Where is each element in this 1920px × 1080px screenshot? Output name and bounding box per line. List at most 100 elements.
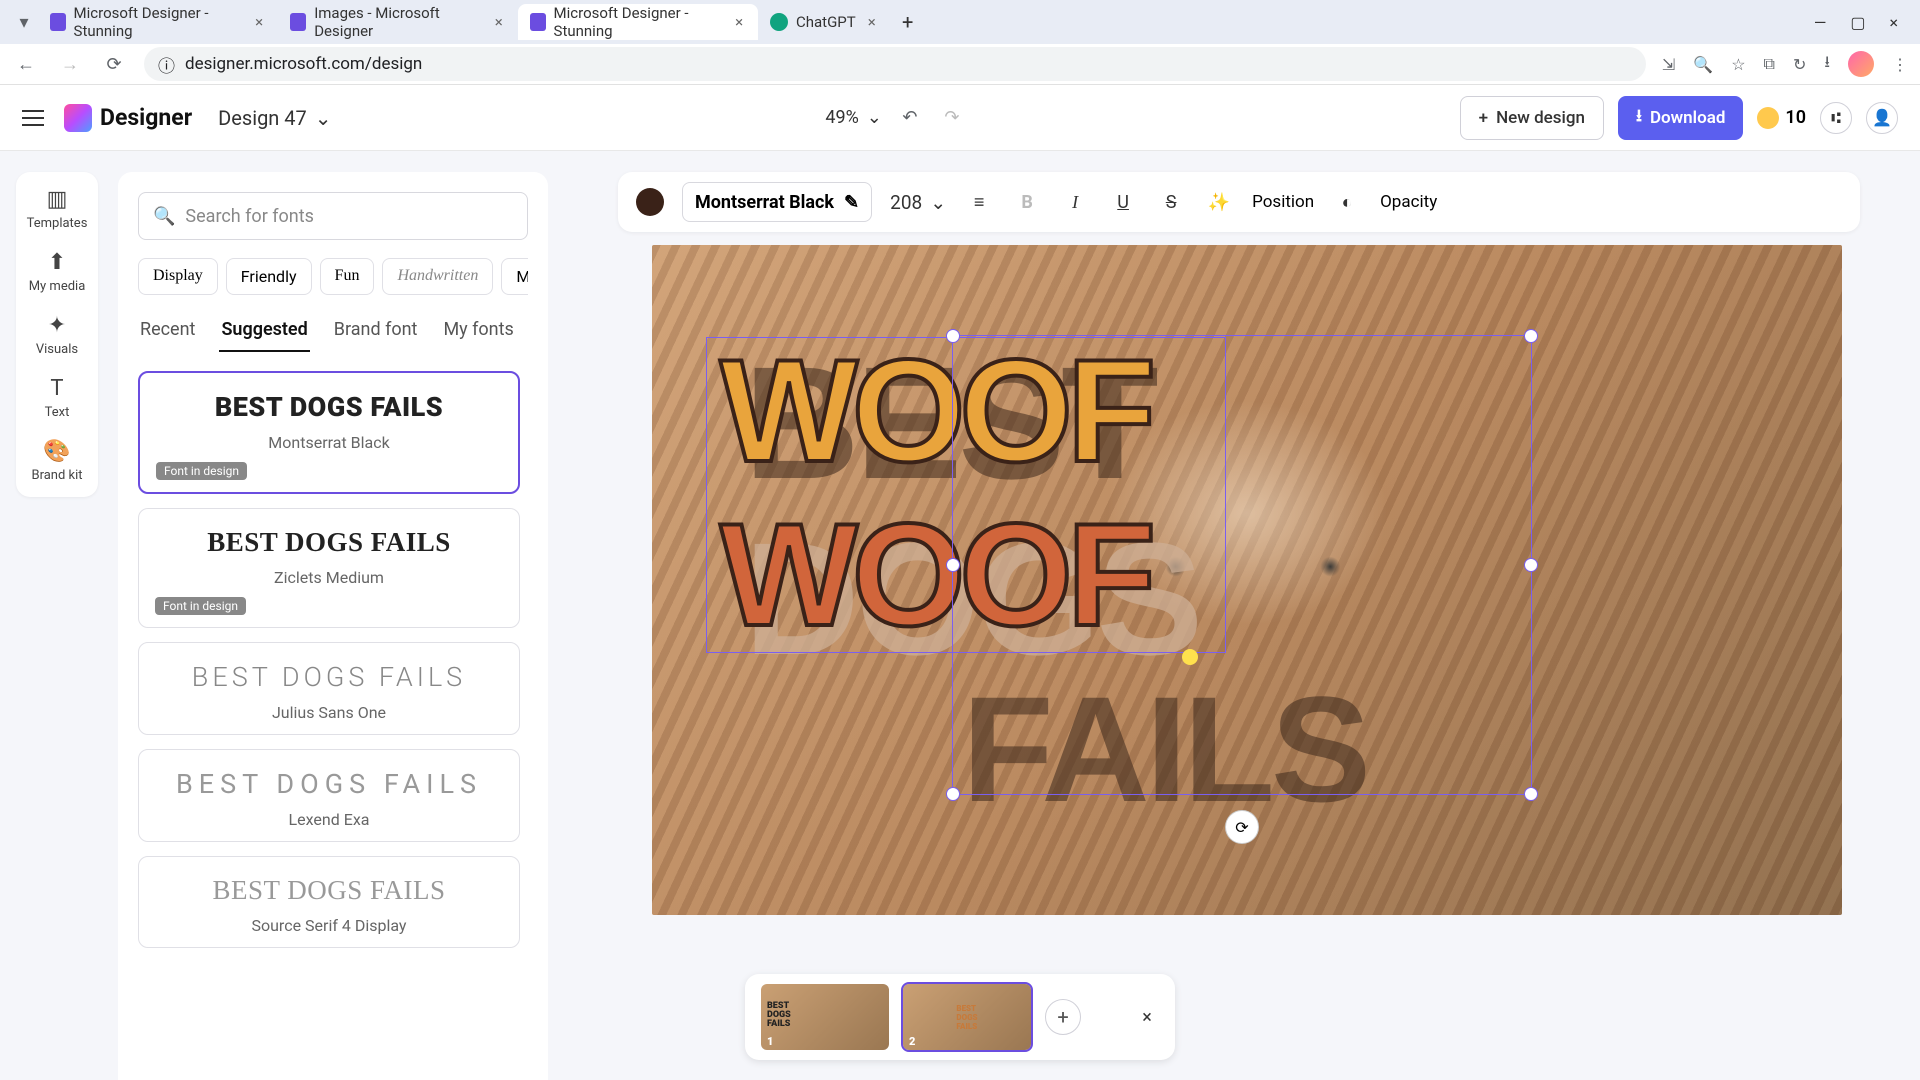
browser-tab[interactable]: Microsoft Designer - Stunning×	[38, 4, 278, 40]
opacity-button[interactable]: Opacity	[1380, 192, 1437, 212]
install-icon[interactable]: ⇲	[1662, 55, 1675, 74]
resize-handle[interactable]	[1524, 787, 1538, 801]
chip-friendly[interactable]: Friendly	[226, 258, 312, 295]
new-tab-button[interactable]: +	[892, 6, 924, 38]
rail-mymedia[interactable]: ⬆My media	[16, 249, 98, 294]
resize-handle[interactable]	[946, 558, 960, 572]
download-icon: ⭳	[1636, 103, 1642, 132]
strike-button[interactable]: S	[1156, 187, 1186, 217]
align-button[interactable]: ≡	[964, 187, 994, 217]
url-input[interactable]: ⓘ designer.microsoft.com/design	[144, 47, 1646, 81]
font-panel: 🔍 Search for fonts Display Friendly Fun …	[118, 172, 548, 1080]
font-card[interactable]: BEST DOGS FAILS Ziclets Medium Font in d…	[138, 508, 520, 628]
upload-icon: ⬆	[44, 249, 70, 275]
font-card[interactable]: BEST DOGS FAILS Montserrat Black Font in…	[138, 371, 520, 494]
redo-button[interactable]: ↷	[938, 104, 966, 132]
font-sample: BEST DOGS FAILS	[155, 527, 503, 558]
close-icon[interactable]: ×	[732, 14, 746, 30]
zoom-icon[interactable]: 🔍	[1693, 55, 1713, 74]
coins-counter[interactable]: 10	[1757, 107, 1806, 129]
close-icon[interactable]: ×	[252, 14, 266, 30]
close-icon[interactable]: ×	[864, 14, 880, 30]
page-thumbnail[interactable]: BESTDOGSFAILS 1	[761, 984, 889, 1050]
resize-handle[interactable]	[946, 329, 960, 343]
logo[interactable]: Designer	[64, 104, 192, 132]
reload-icon[interactable]: ⟳	[100, 50, 128, 78]
share-button[interactable]: ⑆	[1820, 102, 1852, 134]
font-card[interactable]: BEST DOGS FAILS Source Serif 4 Display	[138, 856, 520, 948]
page-thumbnail[interactable]: BESTDOGSFAILS 2	[903, 984, 1031, 1050]
forward-icon[interactable]: →	[56, 50, 84, 78]
rail-brandkit[interactable]: 🎨Brand kit	[16, 438, 98, 483]
font-list[interactable]: BEST DOGS FAILS Montserrat Black Font in…	[138, 371, 528, 948]
document-name[interactable]: Design 47 ⌄	[218, 106, 331, 130]
chip-more[interactable]: Mo	[501, 258, 528, 295]
rail-visuals[interactable]: ✦Visuals	[16, 312, 98, 357]
browser-tab[interactable]: ChatGPT ×	[758, 4, 892, 40]
font-card[interactable]: BEST DOGS FAILS Julius Sans One	[138, 642, 520, 735]
relaunch-icon[interactable]: ↻	[1793, 55, 1806, 74]
position-button[interactable]: Position	[1252, 192, 1314, 212]
italic-button[interactable]: I	[1060, 187, 1090, 217]
tab-recent[interactable]: Recent	[138, 313, 197, 352]
tab-title: ChatGPT	[796, 13, 856, 31]
font-family-selector[interactable]: Montserrat Black ✎	[682, 182, 872, 222]
profile-avatar[interactable]	[1848, 51, 1874, 77]
resize-handle[interactable]	[1524, 558, 1538, 572]
site-info-icon[interactable]: ⓘ	[158, 52, 175, 77]
new-design-button[interactable]: + New design	[1460, 96, 1604, 140]
back-icon[interactable]: ←	[12, 50, 40, 78]
browser-tab[interactable]: Images - Microsoft Designer ×	[278, 4, 518, 40]
search-placeholder: Search for fonts	[185, 206, 314, 227]
font-card[interactable]: BEST DOGS FAILS Lexend Exa	[138, 749, 520, 842]
zoom-control[interactable]: 49% ⌄	[825, 107, 882, 128]
font-search-input[interactable]: 🔍 Search for fonts	[138, 192, 528, 240]
effects-icon[interactable]: ✨	[1204, 187, 1234, 217]
tab-title: Images - Microsoft Designer	[314, 4, 483, 40]
minimize-icon[interactable]: —	[1814, 13, 1827, 32]
canvas[interactable]: BEST DOGS FAILS WOOF WOOF ⟳	[652, 245, 1842, 915]
tab-suggested[interactable]: Suggested	[219, 313, 309, 352]
logo-icon	[64, 104, 92, 132]
resize-handle[interactable]	[1524, 329, 1538, 343]
chip-display[interactable]: Display	[138, 258, 218, 295]
rotate-handle[interactable]: ⟳	[1225, 810, 1259, 844]
doc-name-text: Design 47	[218, 106, 307, 130]
font-size-selector[interactable]: 208 ⌄	[890, 191, 946, 214]
chip-fun[interactable]: Fun	[320, 258, 375, 295]
close-strip-button[interactable]: ×	[1135, 1005, 1159, 1029]
app-header: Designer Design 47 ⌄ 49% ⌄ ↶ ↷ + New des…	[0, 85, 1920, 151]
underline-button[interactable]: U	[1108, 187, 1138, 217]
chevron-down-icon[interactable]: ⌄	[315, 106, 332, 130]
bookmark-icon[interactable]: ☆	[1731, 55, 1745, 74]
chip-handwritten[interactable]: Handwritten	[382, 258, 493, 295]
selection-box[interactable]: ⟳	[952, 335, 1532, 795]
browser-tab[interactable]: Microsoft Designer - Stunning ×	[518, 4, 758, 40]
close-icon[interactable]: ×	[492, 14, 506, 30]
tab-brand[interactable]: Brand font	[332, 313, 420, 352]
tab-myfonts[interactable]: My fonts	[441, 313, 515, 352]
in-design-badge: Font in design	[155, 597, 246, 615]
account-button[interactable]: 👤	[1866, 102, 1898, 134]
url-text: designer.microsoft.com/design	[185, 54, 422, 74]
new-design-label: New design	[1496, 108, 1585, 128]
downloads-icon[interactable]: ⭳	[1824, 51, 1830, 78]
resize-handle[interactable]	[946, 787, 960, 801]
rail-templates[interactable]: ▥Templates	[16, 186, 98, 231]
close-window-icon[interactable]: ×	[1889, 13, 1898, 32]
extensions-icon[interactable]: ⧉	[1764, 54, 1775, 74]
font-name: Source Serif 4 Display	[155, 916, 503, 935]
templates-icon: ▥	[44, 186, 70, 212]
download-button[interactable]: ⭳ Download	[1618, 96, 1743, 140]
text-color-swatch[interactable]	[636, 188, 664, 216]
menu-icon[interactable]: ⋮	[1892, 55, 1908, 74]
tabs-dropdown-icon[interactable]: ▾	[10, 8, 38, 36]
bold-button[interactable]: B	[1012, 187, 1042, 217]
undo-button[interactable]: ↶	[896, 104, 924, 132]
tab-title: Microsoft Designer - Stunning	[554, 4, 725, 40]
font-tabs: Recent Suggested Brand font My fonts	[138, 313, 528, 353]
rail-text[interactable]: TText	[16, 375, 98, 420]
menu-button[interactable]	[22, 110, 44, 126]
add-page-button[interactable]: +	[1045, 999, 1081, 1035]
maximize-icon[interactable]: ▢	[1850, 13, 1865, 32]
